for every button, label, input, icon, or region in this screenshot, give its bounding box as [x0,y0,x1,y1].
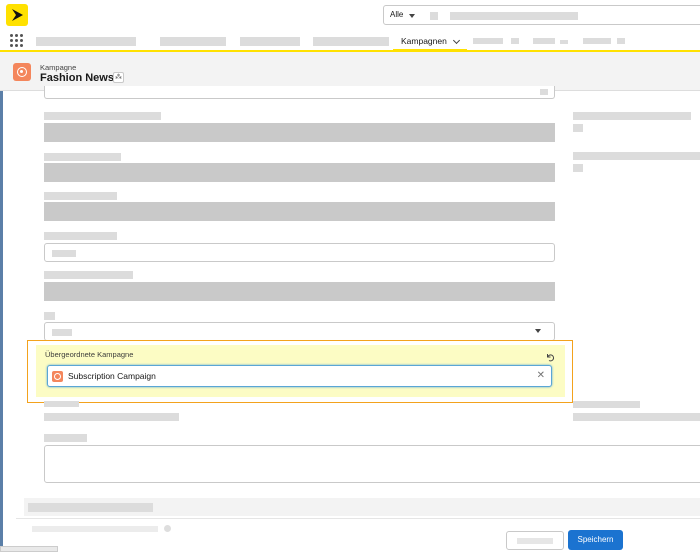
checkbox[interactable] [573,124,583,132]
form-field-readonly [44,282,555,301]
field-label [44,401,79,407]
field-value [44,413,179,421]
tab-kampagnen[interactable]: Kampagnen [393,30,467,52]
nav-item[interactable] [473,38,503,44]
field-label [44,232,117,240]
form-field-select[interactable] [44,322,555,341]
record-object-type: Kampagne [40,63,77,72]
field-label [44,192,117,200]
nav-item[interactable] [160,37,226,46]
search-scope-label: Alle [390,10,404,19]
form-field-input[interactable] [44,243,555,262]
nav-item-chevron[interactable] [617,38,625,44]
nav-item-chevron[interactable] [511,38,519,44]
nav-item[interactable] [36,37,136,46]
chevron-down-icon[interactable] [452,36,461,45]
info-icon[interactable] [164,525,171,532]
checkbox[interactable] [573,164,583,172]
parent-campaign-value: Subscription Campaign [68,371,156,381]
caret-down-icon[interactable] [535,329,541,333]
field-label [573,112,691,120]
close-icon[interactable]: ✕ [537,371,545,381]
form-field-input[interactable] [44,86,555,99]
tab-kampagnen-label: Kampagnen [401,36,447,46]
utility-bar-item[interactable] [0,546,58,552]
hierarchy-icon[interactable]: ⁂ [113,72,124,83]
cancel-button[interactable] [506,531,564,550]
field-value [52,250,76,257]
field-label [44,312,55,320]
navigation-bar: Kampagnen [0,30,700,52]
nav-item[interactable] [240,37,300,46]
field-label [44,112,161,120]
logo-icon [12,9,23,21]
campaign-icon [52,371,63,382]
search-scope-select[interactable]: Alle [383,5,421,25]
section-header[interactable] [24,498,700,516]
global-header: Alle [0,0,700,30]
form-textarea[interactable] [44,445,700,483]
left-accent-strip [0,91,3,552]
cancel-button-label [517,538,553,544]
field-label [44,271,133,279]
parent-campaign-label: Übergeordnete Kampagne [45,350,134,359]
field-label [44,153,121,161]
field-label [44,434,87,442]
field-value [573,413,700,421]
nav-item[interactable] [533,38,555,44]
app-logo[interactable] [6,4,28,26]
parent-campaign-lookup-input[interactable]: Subscription Campaign ✕ [47,365,552,387]
record-title: Fashion News [40,72,114,84]
app-launcher-icon[interactable] [10,34,24,48]
form-field-readonly [44,163,555,182]
caret-down-icon [409,14,415,18]
undo-icon[interactable] [545,352,555,362]
field-icon [540,89,548,95]
global-search-input[interactable] [420,5,700,25]
campaign-icon [13,63,31,81]
search-icon [430,12,438,20]
nav-item-chevron[interactable] [560,40,568,44]
field-label [573,152,700,160]
nav-item[interactable] [313,37,389,46]
field-label [573,401,640,408]
field-value [52,329,72,336]
section-title [28,503,153,512]
search-placeholder [450,12,578,20]
form-field-readonly [44,202,555,221]
save-button[interactable]: Speichern [568,530,623,550]
form-field-readonly [44,123,555,142]
checkbox-option-label[interactable] [32,526,158,532]
nav-item[interactable] [583,38,611,44]
